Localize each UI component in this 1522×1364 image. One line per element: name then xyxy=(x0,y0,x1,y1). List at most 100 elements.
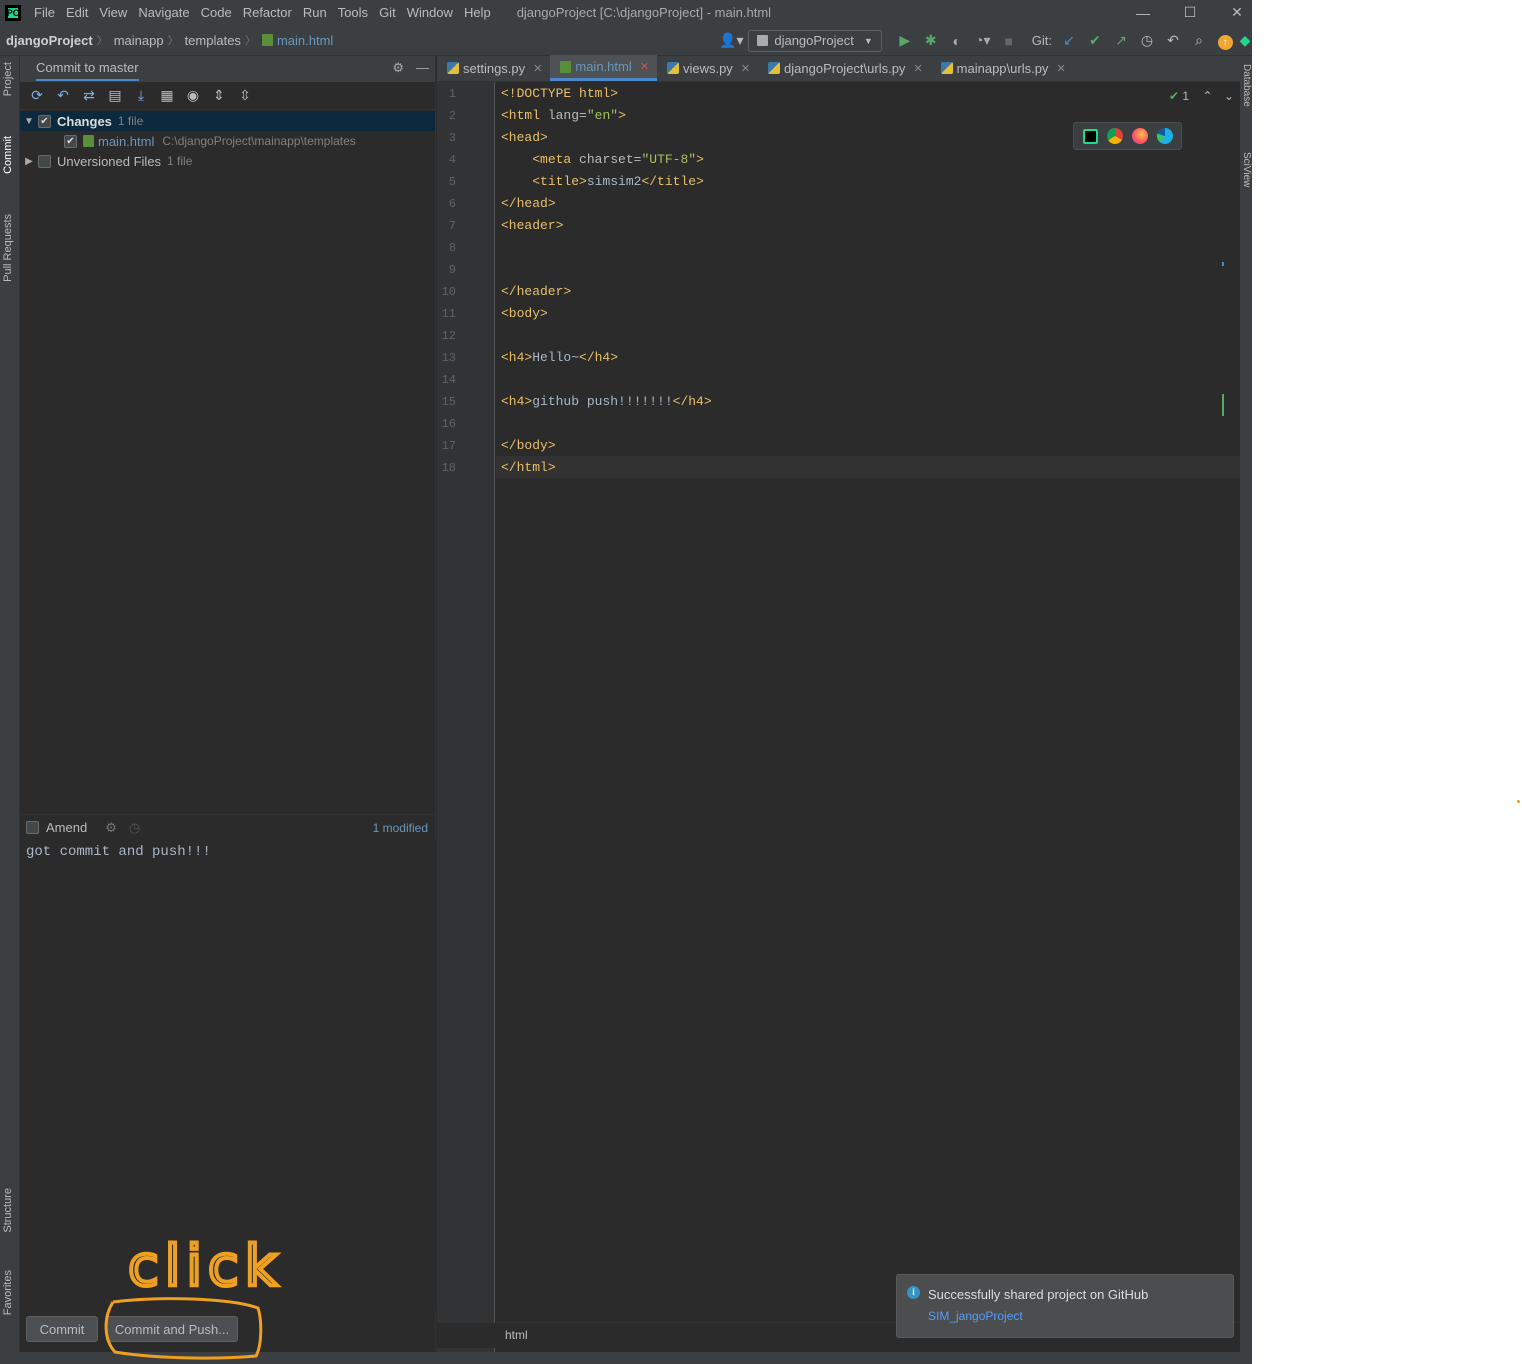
tool-pull-requests[interactable]: Pull Requests xyxy=(2,214,14,282)
edge-icon[interactable] xyxy=(1156,128,1173,144)
tool-structure[interactable]: Structure xyxy=(2,1188,14,1233)
changes-checkbox[interactable]: ✔ xyxy=(38,114,51,128)
notification-link[interactable]: SIM_jangoProject xyxy=(928,1309,1023,1323)
close-icon[interactable]: ✕ xyxy=(640,60,649,73)
tool-database[interactable]: Database xyxy=(1241,64,1252,107)
maximize-icon[interactable]: ☐ xyxy=(1167,0,1213,25)
tab-main-html[interactable]: main.html ✕ xyxy=(550,55,657,81)
chevron-up-icon[interactable]: ⌃ xyxy=(1202,89,1212,103)
firefox-icon[interactable] xyxy=(1131,128,1148,144)
menu-refactor[interactable]: Refactor xyxy=(238,0,298,25)
tab-mainapp-urls-py[interactable]: mainapp\urls.py ✕ xyxy=(931,55,1074,81)
chevron-down-icon[interactable]: ⌄ xyxy=(1224,89,1234,103)
minimize-icon[interactable]: — xyxy=(1120,0,1166,25)
close-icon[interactable]: ✕ xyxy=(1214,0,1252,25)
pycharm-browser-icon[interactable] xyxy=(1082,128,1098,144)
line-number: 2 xyxy=(448,109,456,123)
changes-group-row[interactable]: ▼ ✔ Changes 1 file xyxy=(20,111,435,131)
eye-icon[interactable]: ◉ xyxy=(182,87,204,104)
hide-icon[interactable]: — xyxy=(416,60,429,76)
chevron-right-icon: 〉 xyxy=(167,35,179,47)
menu-edit[interactable]: Edit xyxy=(61,0,94,25)
history-icon[interactable]: ◷ xyxy=(129,820,140,836)
tool-sciview[interactable]: SciView xyxy=(1241,152,1252,187)
tab-project-urls-py[interactable]: djangoProject\urls.py ✕ xyxy=(758,55,931,81)
footer-breadcrumb[interactable]: html xyxy=(505,1328,528,1342)
tab-views-py[interactable]: views.py ✕ xyxy=(657,55,758,81)
debug-icon[interactable]: ✱ xyxy=(918,32,944,49)
changed-file-row[interactable]: ✔ main.html C:\djangoProject\mainapp\tem… xyxy=(20,131,435,151)
run-configuration-select[interactable]: djangoProject ▼ xyxy=(748,29,882,52)
download-icon[interactable]: ⤓ xyxy=(130,87,152,104)
inspection-widget[interactable]: ✔ 1 ⌃ ⌄ xyxy=(1169,89,1234,103)
tab-settings-py[interactable]: settings.py ✕ xyxy=(437,55,550,81)
breadcrumb-project[interactable]: djangoProject xyxy=(0,33,97,48)
menu-help[interactable]: Help xyxy=(459,0,497,25)
tool-favorites[interactable]: Favorites xyxy=(2,1270,14,1315)
run-icon[interactable]: ▶ xyxy=(892,32,918,49)
close-icon[interactable]: ✕ xyxy=(1056,62,1065,75)
gear-icon[interactable]: ⚙ xyxy=(392,60,404,76)
browser-preview-popup xyxy=(1073,122,1182,150)
unversioned-group-row[interactable]: ▶ Unversioned Files 1 file xyxy=(20,151,435,171)
close-icon[interactable]: ✕ xyxy=(533,62,542,75)
menu-view[interactable]: View xyxy=(94,0,133,25)
modified-count-link[interactable]: 1 modified xyxy=(373,821,428,835)
close-icon[interactable]: ✕ xyxy=(741,62,750,75)
chevron-down-icon: ▼ xyxy=(863,35,873,46)
amend-label[interactable]: Amend xyxy=(46,820,87,835)
diff-icon[interactable]: ⇄ xyxy=(78,87,100,104)
git-update-icon[interactable]: ↙ xyxy=(1056,32,1082,49)
git-commit-icon[interactable]: ✔ xyxy=(1082,32,1108,49)
collapse-all-icon[interactable]: ⇳ xyxy=(234,87,256,104)
group-by-icon[interactable]: ▦ xyxy=(156,87,178,104)
refresh-icon[interactable]: ⟳ xyxy=(26,87,48,104)
unversioned-checkbox[interactable] xyxy=(38,154,51,168)
git-push-icon[interactable]: ↗ xyxy=(1108,32,1134,49)
file-checkbox[interactable]: ✔ xyxy=(64,134,77,148)
tab-label: views.py xyxy=(682,60,733,76)
search-icon[interactable]: ⌕ xyxy=(1186,32,1212,49)
chevron-down-icon[interactable]: ▼ xyxy=(20,116,38,127)
code-line: <head> xyxy=(501,130,548,145)
breadcrumb-templates[interactable]: templates xyxy=(179,33,245,48)
changed-file-name: main.html xyxy=(98,133,155,149)
shelve-icon[interactable]: ▤ xyxy=(104,87,126,104)
html-file-icon xyxy=(261,33,273,46)
gear-icon[interactable]: ⚙ xyxy=(105,820,117,836)
python-file-icon xyxy=(940,62,953,74)
commit-button[interactable]: Commit xyxy=(26,1316,98,1342)
chevron-right-icon[interactable]: ▶ xyxy=(20,156,38,167)
rollback-icon[interactable]: ↶ xyxy=(52,87,74,104)
breadcrumb-mainapp[interactable]: mainapp xyxy=(108,33,168,48)
profile-icon[interactable]: ◔▾ xyxy=(970,32,996,49)
toolbox-icon[interactable]: ◆ xyxy=(1238,32,1252,49)
menu-window[interactable]: Window xyxy=(402,0,459,25)
menu-bar: PC File Edit View Navigate Code Refactor… xyxy=(0,0,1252,25)
expand-all-icon[interactable]: ⇕ xyxy=(208,87,230,104)
menu-run[interactable]: Run xyxy=(298,0,333,25)
coverage-icon[interactable]: ◐ xyxy=(944,33,970,49)
line-number: 6 xyxy=(448,197,456,211)
code-line: </html> xyxy=(501,460,556,475)
commit-toolbar: ⟳ ↶ ⇄ ▤ ⤓ ▦ ◉ ⇕ ⇳ xyxy=(20,82,435,110)
stop-icon[interactable]: ■ xyxy=(996,33,1022,49)
menu-tools[interactable]: Tools xyxy=(333,0,374,25)
rollback-icon[interactable]: ↶ xyxy=(1160,32,1186,49)
user-icon[interactable]: 👤▾ xyxy=(714,32,748,49)
tool-project[interactable]: Project xyxy=(2,62,14,96)
menu-file[interactable]: File xyxy=(29,0,61,25)
amend-checkbox[interactable] xyxy=(26,821,39,834)
breadcrumb-file[interactable]: main.html xyxy=(256,33,337,48)
update-available-icon[interactable]: ↑ xyxy=(1212,32,1238,50)
commit-message-input[interactable]: got commit and push!!! xyxy=(20,840,436,1310)
chevron-right-icon: 〉 xyxy=(244,35,256,47)
tool-commit[interactable]: Commit xyxy=(2,136,14,174)
menu-code[interactable]: Code xyxy=(196,0,238,25)
menu-git[interactable]: Git xyxy=(374,0,402,25)
commit-and-push-button[interactable]: Commit and Push... xyxy=(106,1316,238,1342)
menu-navigate[interactable]: Navigate xyxy=(133,0,195,25)
chrome-icon[interactable] xyxy=(1106,128,1123,144)
close-icon[interactable]: ✕ xyxy=(913,62,922,75)
history-icon[interactable]: ◷ xyxy=(1134,32,1160,49)
